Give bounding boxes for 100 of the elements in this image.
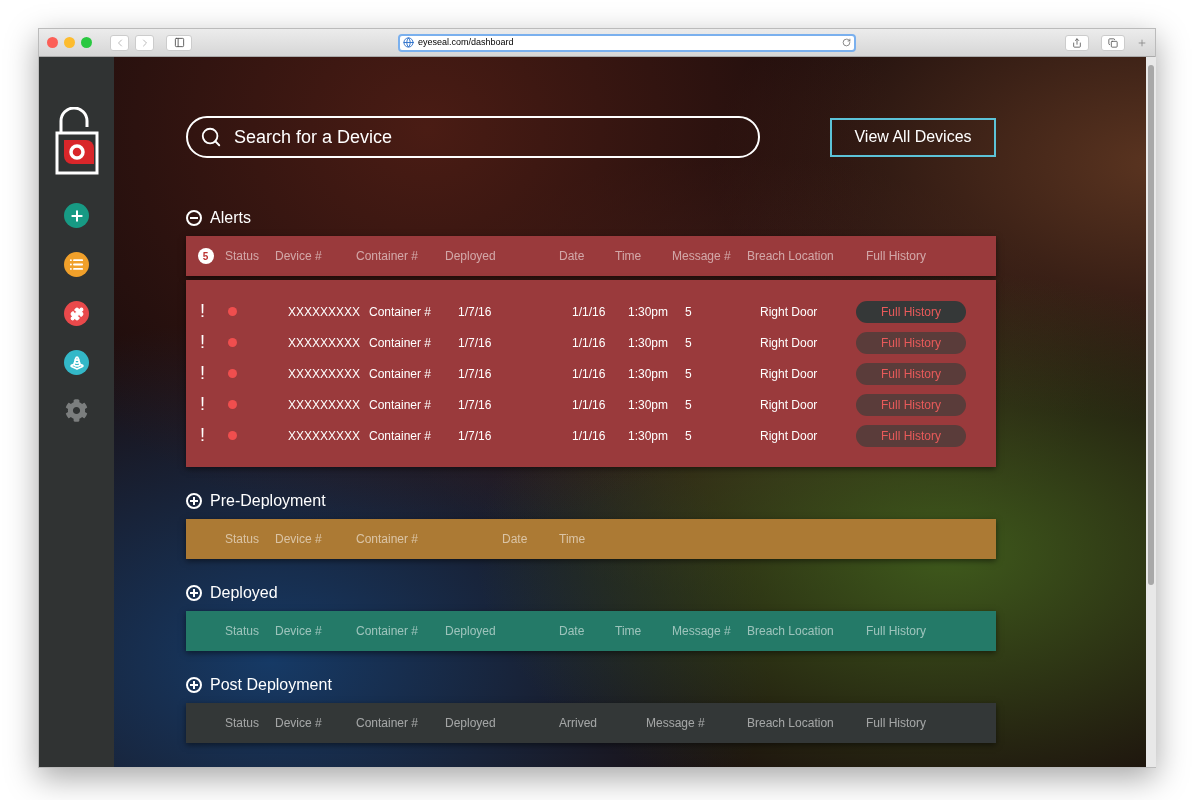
column-header: Device # [275, 248, 323, 265]
section-title[interactable]: Pre-Deployment [210, 489, 326, 513]
nav-button[interactable] [64, 350, 89, 375]
column-header: Deployed [445, 248, 497, 265]
view-all-devices-button[interactable]: View All Devices [830, 117, 996, 157]
column-header: Container # [356, 531, 420, 548]
column-header: Time [559, 531, 587, 548]
table-cell-text: 1/1/16 [572, 334, 607, 352]
close-button[interactable] [47, 37, 58, 48]
new-tab-icon[interactable] [1137, 37, 1147, 48]
nav-button[interactable] [64, 203, 89, 228]
section-title[interactable]: Post Deployment [210, 673, 332, 697]
section-title[interactable]: Deployed [210, 581, 278, 605]
collapse-icon[interactable] [186, 210, 202, 226]
table-cell-text: XXXXXXXXX [288, 396, 362, 414]
column-header: Time [615, 623, 643, 640]
column-header: Breach Location [747, 248, 835, 265]
table-cell-text: 5 [685, 303, 693, 321]
column-header: Container # [356, 248, 420, 265]
cone-icon [69, 355, 84, 370]
column-header: Status [225, 531, 261, 548]
nav-button[interactable] [64, 301, 89, 326]
table-cell-text: Container # [369, 303, 433, 321]
table-cell-text: Right Door [760, 334, 819, 352]
column-header: Deployed [445, 715, 497, 732]
column-header: Device # [275, 715, 323, 732]
expand-icon[interactable] [186, 677, 202, 693]
table-cell-text: 1/7/16 [458, 334, 493, 352]
column-header: Time [615, 248, 643, 265]
add-icon [68, 207, 85, 224]
tabs-icon [1108, 37, 1118, 48]
share-icon [1072, 37, 1082, 48]
search-icon [200, 126, 222, 148]
column-header: Date [559, 248, 586, 265]
expand-icon[interactable] [186, 585, 202, 601]
column-header: Date [559, 623, 586, 640]
table-cell-text: 1:30pm [628, 303, 670, 321]
table-cell-text: XXXXXXXXX [288, 427, 362, 445]
tabs-button[interactable] [1101, 34, 1125, 51]
alert-label: ! [200, 331, 206, 354]
column-header: Status [225, 715, 261, 732]
globe-icon [403, 37, 414, 48]
sidebar-button[interactable] [166, 34, 192, 51]
zoom-button[interactable] [81, 37, 92, 48]
column-header: Device # [275, 623, 323, 640]
expand-icon[interactable] [186, 493, 202, 509]
column-header: Full History [866, 715, 927, 732]
column-header: Message # [646, 715, 706, 732]
table-cell-text: Container # [369, 427, 433, 445]
table-cell-text: 1:30pm [628, 427, 670, 445]
column-header: Message # [672, 623, 732, 640]
column-header: Status [225, 248, 261, 265]
table-cell-text: 5 [685, 334, 693, 352]
table-cell-text: 1/7/16 [458, 396, 493, 414]
puzzle-icon [69, 306, 84, 321]
alert-count-badge: 5 [197, 248, 214, 264]
alert-label: ! [200, 393, 206, 416]
table-cell-text: Container # [369, 396, 433, 414]
column-header: Device # [275, 531, 323, 548]
table-cell-text: 1/7/16 [458, 365, 493, 383]
column-header: Container # [356, 715, 420, 732]
table-cell-text: 1/1/16 [572, 303, 607, 321]
alert-label: ! [200, 362, 206, 385]
column-header: Breach Location [747, 623, 835, 640]
scrollbar-thumb[interactable] [1148, 65, 1154, 585]
table-cell-text: 1/7/16 [458, 427, 493, 445]
table-cell-text: Right Door [760, 303, 819, 321]
share-button[interactable] [1065, 34, 1089, 51]
column-header: Status [225, 623, 261, 640]
address-field[interactable]: eyeseal.com/dashboard [398, 33, 856, 52]
table-cell-text: 5 [685, 396, 693, 414]
table-cell-text: Right Door [760, 396, 819, 414]
logo-icon [54, 107, 99, 175]
alert-label: ! [200, 424, 206, 447]
table-cell-text: XXXXXXXXX [288, 334, 362, 352]
table-cell-text: 1:30pm [628, 334, 670, 352]
column-header: Breach Location [747, 715, 835, 732]
list-icon [69, 257, 84, 272]
table-cell-text: 1/1/16 [572, 396, 607, 414]
section-title[interactable]: Alerts [210, 206, 251, 230]
table-cell-text: 5 [685, 365, 693, 383]
table-cell-text: Container # [369, 334, 433, 352]
alert-label: ! [200, 300, 206, 323]
table-cell-text: 1/1/16 [572, 365, 607, 383]
table-cell-text: 1:30pm [628, 396, 670, 414]
table-cell-text: Right Door [760, 427, 819, 445]
table-cell-text: 1/1/16 [572, 427, 607, 445]
column-header: Full History [866, 248, 927, 265]
nav-button[interactable] [64, 252, 89, 277]
settings-icon[interactable] [65, 399, 88, 422]
table-cell-text: 1/7/16 [458, 303, 493, 321]
search-field[interactable]: Search for a Device [186, 116, 760, 158]
sidebar-icon [173, 37, 185, 48]
table-cell-text: 1:30pm [628, 365, 670, 383]
column-header: Container # [356, 623, 420, 640]
reload-icon [842, 38, 851, 47]
column-header: Message # [672, 248, 732, 265]
table-cell-text: XXXXXXXXX [288, 365, 362, 383]
table-cell-text: Right Door [760, 365, 819, 383]
column-header: Deployed [445, 623, 497, 640]
